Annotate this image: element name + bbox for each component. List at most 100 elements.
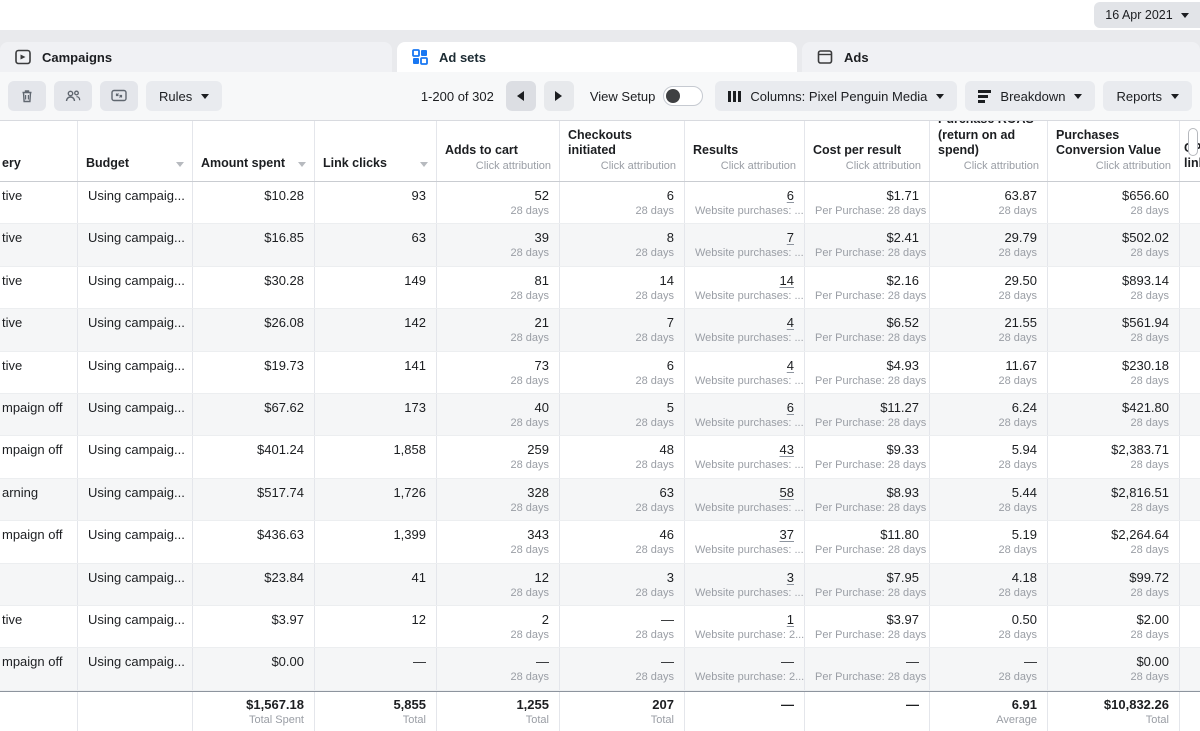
results-link[interactable]: 4 (695, 315, 794, 331)
delete-button[interactable] (8, 81, 46, 111)
column-header-label: Purchases Conversion Value (1056, 128, 1171, 159)
results-link[interactable]: 4 (695, 358, 794, 374)
column-header-label: Link clicks (323, 156, 387, 172)
table-row[interactable]: tiveUsing campaig...$16.85633928 days828… (0, 224, 1200, 266)
table-row[interactable]: mpaign offUsing campaig...$401.241,85825… (0, 436, 1200, 478)
cell-sublabel: 28 days (570, 246, 674, 261)
column-header-link_clicks[interactable]: Link clicks (315, 121, 437, 181)
cell-value: $3.97 (203, 612, 304, 628)
preview-button[interactable] (100, 81, 138, 111)
table-row[interactable]: tiveUsing campaig...$3.9712228 days—28 d… (0, 606, 1200, 648)
reports-button[interactable]: Reports (1103, 81, 1192, 111)
cell-value: $4.93 (815, 358, 919, 374)
column-header-label: Results (693, 143, 738, 159)
cell-value: $2,264.64 (1058, 527, 1169, 543)
adsets-table: eryBudgetAmount spent Link clicks Adds to … (0, 120, 1200, 731)
cell-checkouts_initiated: 628 days (560, 182, 685, 223)
cell-purchases_conversion_value: $99.7228 days (1048, 564, 1180, 605)
results-link[interactable]: 37 (695, 527, 794, 543)
table-row[interactable]: tiveUsing campaig...$30.281498128 days14… (0, 267, 1200, 309)
cell-checkouts_initiated: 6328 days (560, 479, 685, 520)
table-row[interactable]: tiveUsing campaig...$19.731417328 days62… (0, 352, 1200, 394)
table-row[interactable]: Using campaig...$23.84411228 days328 day… (0, 564, 1200, 606)
sort-caret-icon[interactable] (298, 162, 306, 167)
cell-cpc_link (1180, 521, 1200, 562)
rules-button[interactable]: Rules (146, 81, 222, 111)
column-header-sub: Click attribution (445, 160, 551, 172)
cell-purchases_conversion_value: $561.9428 days (1048, 309, 1180, 350)
results-link[interactable]: 1 (695, 612, 794, 628)
cell-link_clicks: 1,399 (315, 521, 437, 562)
column-header-results[interactable]: ResultsClick attribution (685, 121, 805, 181)
cell-sublabel: Website purchase: 2... (695, 628, 794, 643)
column-header-cost_per_result[interactable]: Cost per resultClick attribution (805, 121, 930, 181)
cell-value: 173 (325, 400, 426, 416)
audience-button[interactable] (54, 81, 92, 111)
column-header-purchases_conversion_value[interactable]: Purchases Conversion ValueClick attribut… (1048, 121, 1180, 181)
sort-caret-icon[interactable] (420, 162, 428, 167)
pagination-prev-button[interactable] (506, 81, 536, 111)
tab-campaigns[interactable]: Campaigns (0, 42, 392, 72)
cell-value: $6.52 (815, 315, 919, 331)
columns-button[interactable]: Columns: Pixel Penguin Media (715, 81, 957, 111)
results-link[interactable]: 3 (695, 570, 794, 586)
cell-sublabel: Per Purchase: 28 days (815, 501, 919, 516)
cell-cpc_link (1180, 648, 1200, 689)
results-link[interactable]: 43 (695, 442, 794, 458)
cell-sublabel: Website purchases: ... (695, 374, 794, 389)
table-row[interactable]: mpaign offUsing campaig...$0.00——28 days… (0, 648, 1200, 690)
cell-sublabel: Average (940, 713, 1037, 728)
cell-checkouts_initiated: 207Total (560, 692, 685, 731)
column-header-delivery[interactable]: ery (0, 121, 78, 181)
date-range-label: 16 Apr 2021 (1105, 8, 1172, 22)
cell-sublabel: Total Spent (203, 713, 304, 728)
arrow-right-icon (555, 91, 562, 101)
date-range-button[interactable]: 16 Apr 2021 (1094, 2, 1200, 28)
results-link[interactable]: 6 (695, 400, 794, 416)
results-link[interactable]: 58 (695, 485, 794, 501)
cell-value: $30.28 (203, 273, 304, 289)
tab-adsets[interactable]: Ad sets (397, 42, 797, 72)
sort-caret-icon[interactable] (176, 162, 184, 167)
cell-value: $26.08 (203, 315, 304, 331)
cell-value: $401.24 (203, 442, 304, 458)
vertical-scrollbar-thumb[interactable] (1188, 128, 1198, 156)
table-row[interactable]: mpaign offUsing campaig...$67.621734028 … (0, 394, 1200, 436)
cell-value: — (447, 654, 549, 670)
cell-value: 6 (570, 188, 674, 204)
table-row[interactable]: arningUsing campaig...$517.741,72632828 … (0, 479, 1200, 521)
cell-purchase_roas: 11.6728 days (930, 352, 1048, 393)
cell-sublabel: 28 days (570, 374, 674, 389)
results-link[interactable]: 14 (695, 273, 794, 289)
cell-sublabel: Website purchases: ... (695, 416, 794, 431)
column-header-checkouts_initiated[interactable]: Checkouts initiatedClick attribution (560, 121, 685, 181)
cell-results: 43Website purchases: ... (685, 436, 805, 477)
cell-value: Using campaig... (88, 230, 182, 246)
cell-value: 46 (570, 527, 674, 543)
cell-budget: Using campaig... (78, 521, 193, 562)
column-header-amount_spent[interactable]: Amount spent (193, 121, 315, 181)
breakdown-button[interactable]: Breakdown (965, 81, 1095, 111)
table-row[interactable]: mpaign offUsing campaig...$436.631,39934… (0, 521, 1200, 563)
cell-value: 81 (447, 273, 549, 289)
table-row[interactable]: tiveUsing campaig...$10.28935228 days628… (0, 182, 1200, 224)
column-header-adds_to_cart[interactable]: Adds to cartClick attribution (437, 121, 560, 181)
cell-value: Using campaig... (88, 570, 182, 586)
results-link[interactable]: 6 (695, 188, 794, 204)
reports-label: Reports (1116, 89, 1162, 104)
cell-value: $16.85 (203, 230, 304, 246)
cell-value: $2.00 (1058, 612, 1169, 628)
pagination-next-button[interactable] (544, 81, 574, 111)
cell-budget: Using campaig... (78, 479, 193, 520)
cell-sublabel: 28 days (1058, 543, 1169, 558)
cell-sublabel: 28 days (570, 628, 674, 643)
column-header-budget[interactable]: Budget (78, 121, 193, 181)
view-setup-toggle[interactable] (663, 86, 703, 106)
table-row[interactable]: tiveUsing campaig...$26.081422128 days72… (0, 309, 1200, 351)
tab-ads[interactable]: Ads (802, 42, 1200, 72)
results-link[interactable]: 7 (695, 230, 794, 246)
cell-delivery: tive (0, 606, 78, 647)
column-header-purchase_roas[interactable]: Purchase ROAS (return on ad spend)Click … (930, 121, 1048, 181)
table-header-row: eryBudgetAmount spent Link clicks Adds to … (0, 120, 1200, 182)
cell-value: $9.33 (815, 442, 919, 458)
